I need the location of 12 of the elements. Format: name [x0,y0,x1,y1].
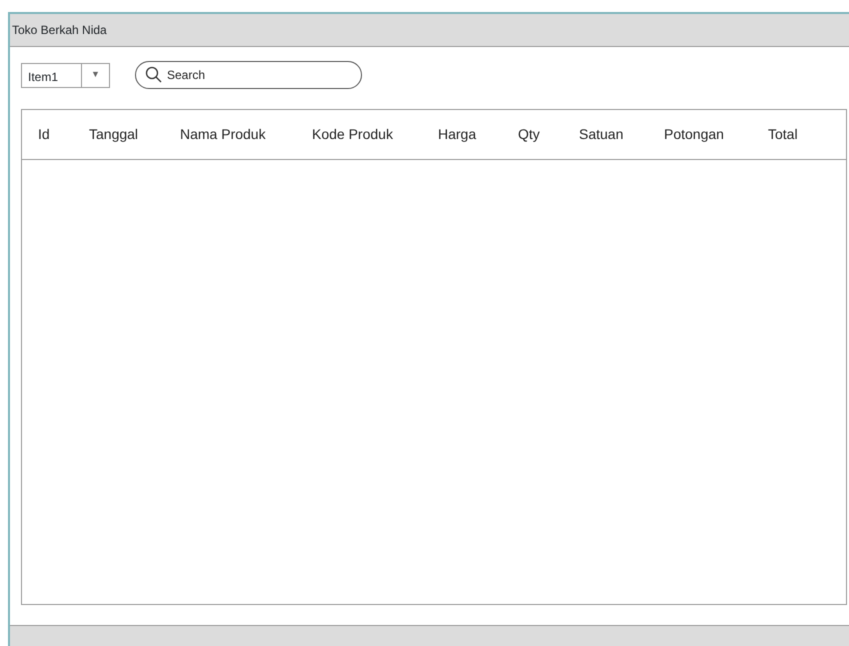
column-header[interactable]: Nama Produk [180,126,266,142]
column-header[interactable]: Tanggal [89,126,138,142]
column-header[interactable]: Qty [518,126,540,142]
item-dropdown[interactable]: Item1 ▼ [21,62,110,88]
column-header[interactable]: Id [38,126,50,142]
column-header[interactable]: Potongan [664,126,724,142]
window-title: Toko Berkah Nida [12,22,107,39]
column-header[interactable]: Total [768,126,798,142]
column-header[interactable]: Kode Produk [312,126,393,142]
column-header[interactable]: Satuan [579,126,624,142]
search-field[interactable]: Search [135,61,362,89]
column-header[interactable]: Harga [438,126,476,142]
